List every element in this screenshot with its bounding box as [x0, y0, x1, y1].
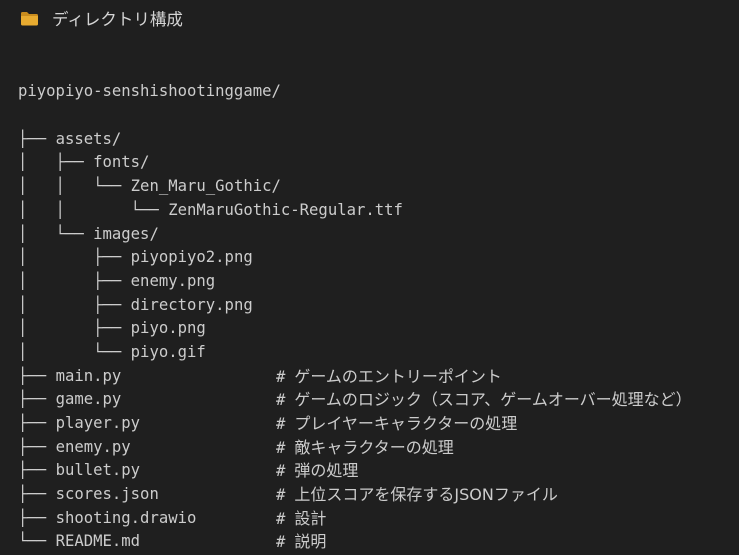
tree-entry-name: assets/ [55, 129, 122, 148]
comment-text: ゲームのロジック（スコア、ゲームオーバー処理など） [294, 390, 692, 410]
tree-entry-name: piyo.png [130, 319, 206, 338]
comment-text: 敵キャラクターの処理 [294, 437, 454, 457]
directory-tree: piyopiyo-senshishootinggame/ ├── assets/… [18, 33, 692, 554]
tree-branch: ├── [18, 485, 56, 504]
section-heading: ディレクトリ構成 [20, 6, 183, 30]
tree-comment: # 敵キャラクターの処理 [276, 436, 454, 461]
tree-entry-name: bullet.py [55, 461, 141, 480]
tree-line: │ └── piyo.gif [18, 341, 403, 365]
comment-text: 設計 [294, 508, 327, 528]
tree-line: ├── game.py # ゲームのロジック（スコア、ゲームオーバー処理など） [18, 388, 692, 412]
tree-comment: # 弾の処理 [276, 459, 358, 484]
tree-entry-name: ZenMaruGothic-Regular.ttf [168, 200, 403, 219]
tree-line: │ ├── piyopiyo2.png [18, 246, 403, 270]
tree-comment: # 上位スコアを保存するJSONファイル [276, 483, 558, 508]
tree-line: ├── shooting.drawio # 設計 [18, 507, 403, 531]
tree-line: └── README.md # 説明 [18, 530, 403, 554]
tree-branch: ├── [18, 390, 56, 409]
comment-text: ゲームのエントリーポイント [294, 366, 502, 386]
tree-line: ├── player.py # プレイヤーキャラクターの処理 [18, 412, 517, 436]
heading-title: ディレクトリ構成 [52, 10, 183, 29]
tree-branch: ├── [18, 437, 56, 456]
tree-entry-name: enemy.py [55, 437, 131, 456]
tree-branch: │ ├── [18, 319, 131, 338]
tree-branch: │ └── [18, 224, 94, 243]
tree-root: piyopiyo-senshishootinggame/ [18, 80, 403, 104]
tree-entry-name: scores.json [55, 485, 159, 504]
tree-branch: ├── [18, 461, 56, 480]
tree-entry-name: README.md [55, 532, 141, 551]
root-folder-name: piyopiyo-senshishootinggame/ [18, 82, 281, 101]
tree-comment: # ゲームのロジック（スコア、ゲームオーバー処理など） [276, 388, 692, 413]
tree-line: ├── scores.json # 上位スコアを保存するJSONファイル [18, 483, 558, 507]
comment-text: 弾の処理 [294, 461, 359, 481]
tree-entry-name: main.py [55, 366, 122, 385]
tree-line: │ │ └── Zen_Maru_Gothic/ [18, 175, 403, 199]
tree-comment: # ゲームのエントリーポイント [276, 365, 502, 390]
comment-marker: # [276, 391, 286, 410]
tree-entry-name: player.py [55, 414, 141, 433]
tree-line: ├── main.py # ゲームのエントリーポイント [18, 365, 502, 389]
tree-line: ├── enemy.py # 敵キャラクターの処理 [18, 436, 454, 460]
tree-branch: │ └── [18, 342, 131, 361]
tree-comment: # 設計 [276, 507, 326, 532]
tree-branch: ├── [18, 508, 56, 527]
comment-marker: # [276, 438, 286, 457]
tree-branch: │ ├── [18, 153, 94, 172]
tree-branch: └── [18, 532, 56, 551]
tree-entry-name: game.py [55, 390, 122, 409]
tree-line: │ ├── fonts/ [18, 151, 403, 175]
tree-branch: ├── [18, 366, 56, 385]
tree-line: ├── assets/ [18, 128, 403, 152]
tree-branch: │ │ └── [18, 177, 131, 196]
comment-marker: # [276, 462, 286, 481]
tree-branch: │ ├── [18, 271, 131, 290]
comment-marker: # [276, 367, 286, 386]
comment-marker: # [276, 415, 286, 434]
tree-line: │ └── images/ [18, 223, 403, 247]
tree-line: ├── bullet.py # 弾の処理 [18, 459, 403, 483]
tree-branch: │ ├── [18, 295, 131, 314]
comment-marker: # [276, 533, 286, 552]
comment-text: 上位スコアを保存するJSONファイル [294, 485, 558, 505]
comment-text: プレイヤーキャラクターの処理 [294, 414, 518, 434]
comment-marker: # [276, 509, 286, 528]
tree-line: │ ├── directory.png [18, 294, 403, 318]
tree-branch: │ ├── [18, 248, 131, 267]
comment-text: 説明 [294, 532, 327, 552]
tree-line: │ │ └── ZenMaruGothic-Regular.ttf [18, 199, 403, 223]
tree-branch: ├── [18, 129, 56, 148]
tree-entry-name: piyopiyo2.png [130, 248, 253, 267]
tree-comment: # 説明 [276, 530, 326, 555]
tree-entry-name: images/ [93, 224, 159, 243]
tree-entry-name: piyo.gif [130, 342, 206, 361]
tree-branch: │ │ └── [18, 200, 169, 219]
tree-line: │ ├── enemy.png [18, 270, 403, 294]
tree-entry-name: enemy.png [130, 271, 216, 290]
tree-entry-name: fonts/ [93, 153, 150, 172]
tree-entry-name: Zen_Maru_Gothic/ [130, 177, 281, 196]
tree-line: │ ├── piyo.png [18, 317, 403, 341]
tree-entry-name: directory.png [130, 295, 253, 314]
folder-icon [21, 11, 38, 25]
tree-branch: ├── [18, 414, 56, 433]
tree-entry-name: shooting.drawio [55, 508, 197, 527]
tree-comment: # プレイヤーキャラクターの処理 [276, 412, 517, 437]
